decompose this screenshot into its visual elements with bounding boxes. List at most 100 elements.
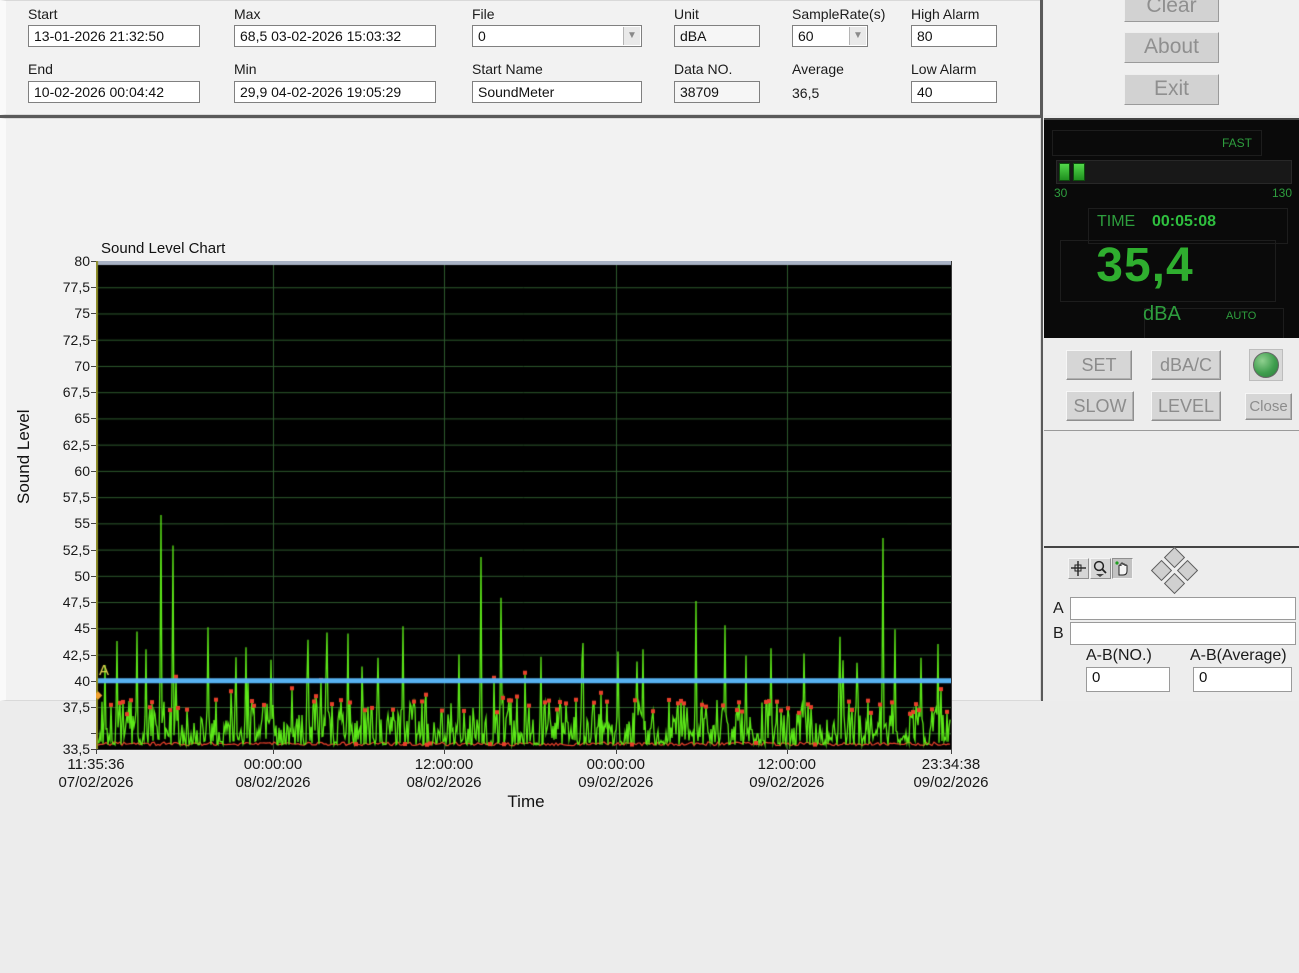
x-tick-time: 23:34:38 xyxy=(921,756,981,773)
min-field[interactable]: 29,9 04-02-2026 19:05:29 xyxy=(234,81,436,103)
y-tick-label: 72,5 xyxy=(62,331,90,348)
navigation-diamond-pad[interactable] xyxy=(1148,546,1204,595)
x-tick-date: 09/02/2026 xyxy=(749,774,825,791)
sample-rate-combobox[interactable]: 60 ▼ xyxy=(792,25,868,47)
x-tick-time: 00:00:00 xyxy=(586,756,646,773)
start-name-field[interactable]: SoundMeter xyxy=(472,81,642,103)
y-tick-label: 62,5 xyxy=(62,436,90,453)
max-field[interactable]: 68,5 03-02-2026 15:03:32 xyxy=(234,25,436,47)
x-tick-label: 12:00:00 08/02/2026 xyxy=(384,756,504,792)
clear-button[interactable]: Clear xyxy=(1124,0,1219,22)
ab-average-field[interactable]: 0 xyxy=(1193,667,1292,692)
bargraph-min-label: 30 xyxy=(1054,186,1068,200)
y-tick-label: 67,5 xyxy=(62,384,90,401)
y-tick-mark xyxy=(91,680,96,682)
end-field[interactable]: 10-02-2026 00:04:42 xyxy=(28,81,200,103)
y-tick-label: 60 xyxy=(74,462,90,479)
x-tick-date: 08/02/2026 xyxy=(406,774,482,791)
ab-count-label: A-B(NO.) xyxy=(1086,647,1152,664)
y-tick-label: 47,5 xyxy=(62,594,90,611)
x-tick-mark xyxy=(951,749,952,754)
high-alarm-field[interactable]: 80 xyxy=(911,25,997,47)
start-name-label: Start Name xyxy=(472,61,543,77)
start-field[interactable]: 13-01-2026 21:32:50 xyxy=(28,25,200,47)
y-tick-mark xyxy=(91,470,96,472)
datalog-header-panel: Start 13-01-2026 21:32:50 End 10-02-2026… xyxy=(0,0,1041,115)
y-tick-label: 65 xyxy=(74,410,90,427)
zoom-tool-button[interactable] xyxy=(1090,558,1111,579)
range-mode-indicator: AUTO xyxy=(1226,310,1257,322)
power-led-indicator xyxy=(1253,352,1279,378)
y-tick-label: 50 xyxy=(74,567,90,584)
x-tick-date: 08/02/2026 xyxy=(235,774,311,791)
low-alarm-label: Low Alarm xyxy=(911,61,977,77)
about-button[interactable]: About xyxy=(1124,32,1219,63)
window-buttons-panel: Clear About Exit xyxy=(1044,0,1299,115)
y-tick-label: 42,5 xyxy=(62,646,90,663)
x-tick-mark xyxy=(96,749,97,754)
y-tick-mark xyxy=(91,261,96,262)
level-bar-segment xyxy=(1059,163,1070,181)
x-tick-mark xyxy=(615,749,617,754)
set-button[interactable]: SET xyxy=(1066,350,1132,380)
y-axis-title: Sound Level xyxy=(14,409,33,504)
y-tick-mark xyxy=(91,392,96,394)
chevron-down-icon[interactable]: ▼ xyxy=(849,27,866,45)
y-tick-label: 45 xyxy=(74,620,90,637)
y-tick-mark xyxy=(91,287,96,289)
file-combobox[interactable]: 0 ▼ xyxy=(472,25,642,47)
response-mode-indicator: FAST xyxy=(1222,136,1253,150)
cursor-a-label: A xyxy=(1053,600,1064,617)
sound-level-plot[interactable] xyxy=(96,261,952,750)
start-label: Start xyxy=(28,6,58,22)
low-alarm-field[interactable]: 40 xyxy=(911,81,997,103)
y-tick-mark xyxy=(91,313,96,315)
y-tick-mark xyxy=(91,523,96,525)
file-label: File xyxy=(472,6,495,22)
chevron-down-icon[interactable]: ▼ xyxy=(623,27,640,45)
y-tick-label: 57,5 xyxy=(62,489,90,506)
x-tick-date: 09/02/2026 xyxy=(913,774,989,791)
exit-button[interactable]: Exit xyxy=(1124,74,1219,105)
average-value: 36,5 xyxy=(792,85,820,101)
y-tick-label xyxy=(32,725,90,741)
slow-button[interactable]: SLOW xyxy=(1066,391,1134,421)
y-tick-label: 70 xyxy=(74,357,90,374)
soundmeter-app-window: Start 13-01-2026 21:32:50 End 10-02-2026… xyxy=(0,0,1299,811)
chart-title: Sound Level Chart xyxy=(101,240,226,257)
meter-unit-label: dBA xyxy=(1143,303,1181,325)
led-tile xyxy=(1249,349,1283,381)
y-tick-label: 77,5 xyxy=(62,279,90,296)
cursor-b-field[interactable] xyxy=(1070,622,1296,645)
chart-panel: Sound Level Chart Sound Level Time 80 77,… xyxy=(0,118,1041,811)
y-tick-label: 37,5 xyxy=(62,699,90,716)
close-button[interactable]: Close xyxy=(1245,393,1292,420)
cursor-b-label: B xyxy=(1053,625,1064,642)
min-label: Min xyxy=(234,61,257,77)
cursor-tool-button[interactable] xyxy=(1068,558,1089,579)
y-tick-label: 75 xyxy=(74,305,90,322)
current-level-readout: 35,4 xyxy=(1096,239,1194,292)
level-button[interactable]: LEVEL xyxy=(1151,391,1221,421)
y-tick-mark xyxy=(91,339,96,341)
x-tick-mark xyxy=(786,749,788,754)
pan-tool-button[interactable] xyxy=(1112,558,1133,579)
time-label: TIME xyxy=(1097,213,1136,230)
y-tick-mark xyxy=(91,733,96,735)
y-tick-mark xyxy=(91,418,96,420)
high-alarm-label: High Alarm xyxy=(911,6,980,22)
y-tick-mark xyxy=(91,365,96,367)
dbac-button[interactable]: dBA/C xyxy=(1151,350,1221,380)
y-tick-mark xyxy=(91,444,96,446)
average-label: Average xyxy=(792,61,844,77)
ab-count-field[interactable]: 0 xyxy=(1086,667,1170,692)
y-tick-mark xyxy=(91,497,96,499)
x-tick-time: 00:00:00 xyxy=(243,756,303,773)
ab-average-label: A-B(Average) xyxy=(1190,647,1287,664)
y-tick-label: 55 xyxy=(74,515,90,532)
y-tick-mark xyxy=(91,602,96,604)
file-combobox-value: 0 xyxy=(478,28,486,44)
cursor-a-field[interactable] xyxy=(1070,597,1296,620)
y-tick-mark xyxy=(91,707,96,709)
data-no-label: Data NO. xyxy=(674,61,733,77)
